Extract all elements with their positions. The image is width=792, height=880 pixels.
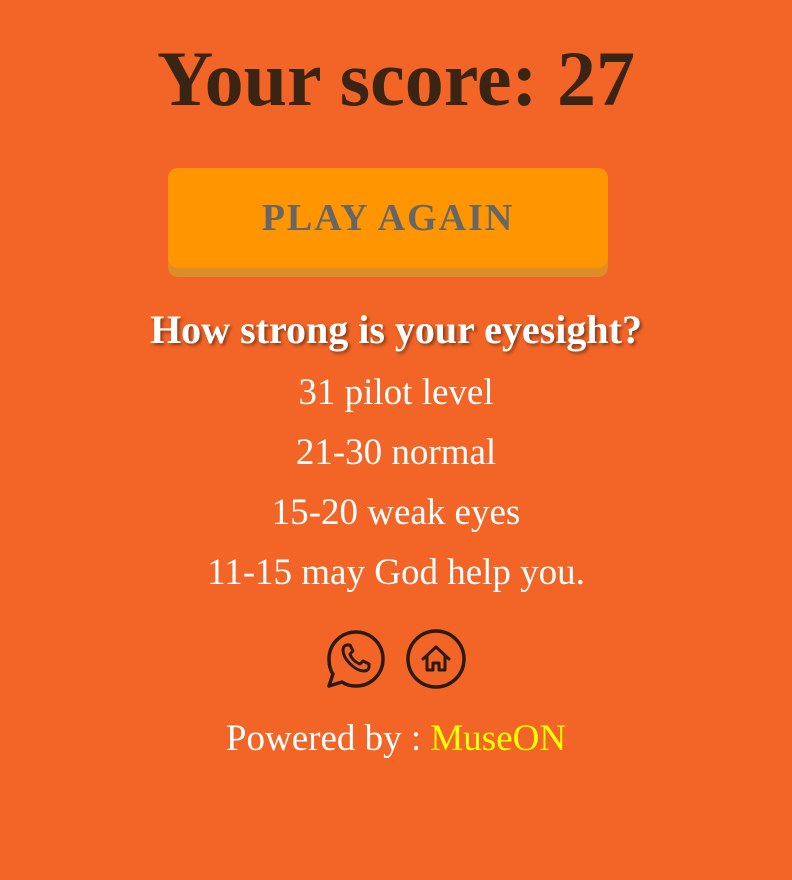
eyesight-levels-list: 31 pilot level 21-30 normal 15-20 weak e… [0,364,792,604]
home-icon[interactable] [405,628,467,690]
brand-link[interactable]: MuseON [430,718,566,759]
score-title: Your score: 27 [156,35,636,122]
whatsapp-icon[interactable] [325,628,387,690]
share-icons [0,628,792,690]
level-item: 31 pilot level [298,372,494,413]
level-item: 21-30 normal [295,432,497,473]
play-again-button[interactable]: PLAY AGAIN [168,168,608,268]
level-item: 11-15 may God help you. [207,552,585,593]
powered-by-label: Powered by : [225,718,431,759]
level-item: 15-20 weak eyes [271,492,521,533]
powered-by: Powered by : MuseON [0,714,792,764]
eyesight-question: How strong is your eyesight? [150,307,642,352]
